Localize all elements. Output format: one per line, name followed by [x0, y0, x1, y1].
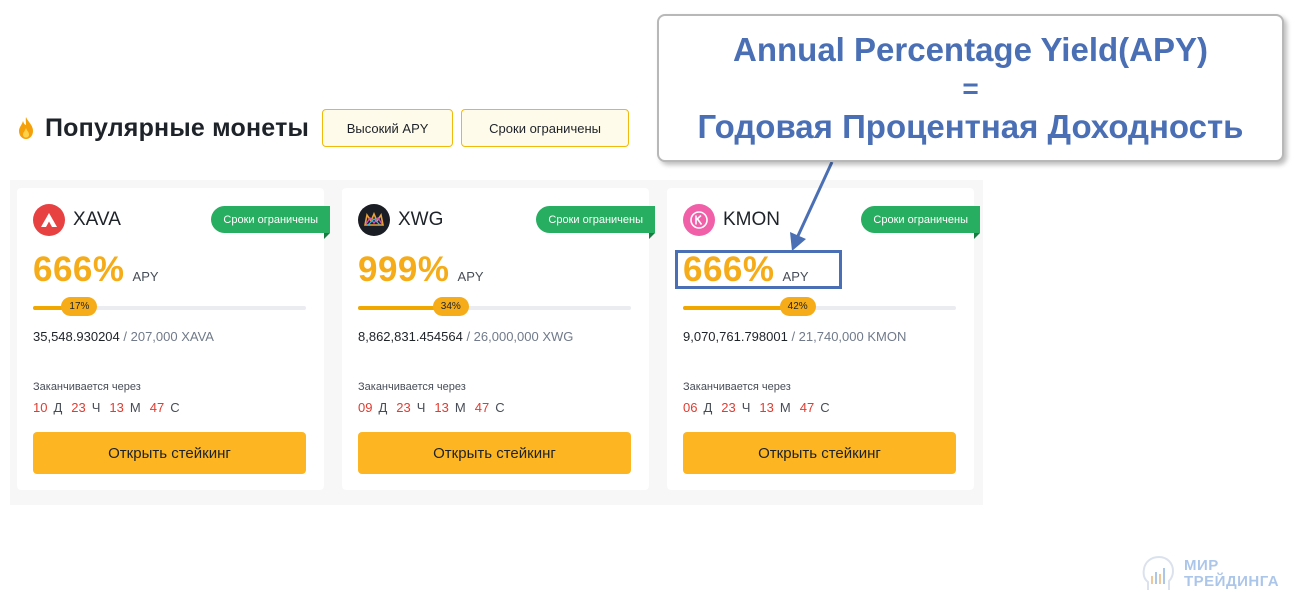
countdown-timer: 06 Д 23 Ч 13 М 47 С	[683, 400, 839, 415]
countdown-minutes-unit: М	[129, 400, 141, 415]
section-header: Популярные монеты Высокий APY Сроки огра…	[16, 108, 637, 148]
coin-header: KMON	[683, 204, 780, 236]
countdown-days-unit: Д	[378, 400, 388, 415]
countdown-timer: 10 Д 23 Ч 13 М 47 С	[33, 400, 189, 415]
countdown-seconds: 47	[474, 400, 490, 415]
countdown-seconds-unit: С	[495, 400, 505, 415]
countdown-minutes: 13	[434, 400, 449, 415]
amount-total: 21,740,000 KMON	[798, 329, 907, 344]
staking-card-xwg: XWG Сроки ограничены 999% APY 34% 8,862,…	[342, 188, 655, 490]
avalaunch-logo-icon	[33, 204, 65, 236]
watermark: МИР ТРЕЙДИНГА	[1140, 554, 1279, 594]
ends-label: Заканчивается через	[33, 381, 141, 393]
coin-name: XWG	[398, 209, 444, 230]
countdown-days-unit: Д	[703, 400, 713, 415]
progress-bar: 42%	[683, 297, 956, 316]
apy-label: APY	[132, 269, 159, 284]
amount-separator: /	[462, 329, 474, 344]
amount-staked: 35,548.930204	[33, 329, 120, 344]
countdown-minutes: 13	[759, 400, 774, 415]
countdown-days: 10	[33, 400, 48, 415]
countdown-hours: 23	[71, 400, 86, 415]
countdown-timer: 09 Д 23 Ч 13 М 47 С	[358, 400, 514, 415]
countdown-seconds-unit: С	[170, 400, 180, 415]
watermark-line2: ТРЕЙДИНГА	[1184, 573, 1280, 590]
filter-high-apy-button[interactable]: Высокий APY	[322, 109, 454, 147]
ends-label: Заканчивается через	[358, 381, 466, 393]
coin-name: KMON	[723, 209, 780, 230]
open-staking-button[interactable]: Открыть стейкинг	[358, 432, 631, 474]
ends-label: Заканчивается через	[683, 381, 791, 393]
countdown-seconds: 47	[149, 400, 165, 415]
apy-definition-callout: Annual Percentage Yield(APY) = Годовая П…	[657, 14, 1284, 162]
amount-total: 26,000,000 XWG	[473, 329, 574, 344]
progress-bar: 17%	[33, 297, 306, 316]
watermark-line1: МИР	[1184, 557, 1219, 575]
xwg-crown-logo-icon	[358, 204, 390, 236]
apy-value: 666%	[33, 250, 125, 289]
callout-equals: =	[962, 72, 979, 104]
apy-highlight-box	[675, 250, 842, 289]
countdown-seconds-unit: С	[820, 400, 830, 415]
countdown-minutes: 13	[109, 400, 124, 415]
amount-separator: /	[787, 329, 799, 344]
callout-russian: Годовая Процентная Доходность	[697, 107, 1244, 145]
apy-display: 999% APY	[358, 250, 484, 290]
amount-staked: 9,070,761.798001	[683, 329, 788, 344]
staking-card-xava: XAVA Сроки ограничены 666% APY 17% 35,54…	[17, 188, 330, 490]
coin-header: XWG	[358, 204, 443, 236]
countdown-days: 06	[683, 400, 698, 415]
open-staking-button[interactable]: Открыть стейкинг	[683, 432, 956, 474]
progress-badge: 42%	[779, 297, 816, 316]
coin-header: XAVA	[33, 204, 121, 236]
countdown-hours-unit: Ч	[91, 400, 101, 415]
annotation-arrow-icon	[790, 161, 834, 251]
apy-label: APY	[457, 269, 484, 284]
progress-badge: 17%	[61, 297, 98, 316]
countdown-days-unit: Д	[53, 400, 63, 415]
flame-icon	[19, 117, 33, 139]
kmon-logo-icon	[683, 204, 715, 236]
status-badge: Сроки ограничены	[861, 206, 980, 239]
section-title: Популярные монеты	[45, 113, 310, 142]
amount-total: 207,000 XAVA	[130, 329, 214, 344]
staked-amount: 35,548.930204 / 207,000 XAVA	[33, 329, 214, 344]
countdown-days: 09	[358, 400, 373, 415]
filter-limited-time-button[interactable]: Сроки ограничены	[461, 109, 630, 147]
countdown-hours-unit: Ч	[741, 400, 751, 415]
amount-staked: 8,862,831.454564	[358, 329, 463, 344]
countdown-seconds: 47	[799, 400, 815, 415]
status-badge: Сроки ограничены	[536, 206, 655, 239]
apy-value: 999%	[358, 250, 450, 289]
countdown-hours-unit: Ч	[416, 400, 426, 415]
amount-separator: /	[119, 329, 131, 344]
staked-amount: 8,862,831.454564 / 26,000,000 XWG	[358, 329, 573, 344]
staked-amount: 9,070,761.798001 / 21,740,000 KMON	[683, 329, 906, 344]
status-badge: Сроки ограничены	[211, 206, 330, 239]
countdown-minutes-unit: М	[779, 400, 791, 415]
countdown-hours: 23	[396, 400, 411, 415]
head-chart-logo-icon	[1142, 555, 1175, 590]
countdown-minutes-unit: М	[454, 400, 466, 415]
countdown-hours: 23	[721, 400, 736, 415]
apy-display: 666% APY	[33, 250, 159, 290]
callout-english: Annual Percentage Yield(APY)	[733, 31, 1208, 69]
open-staking-button[interactable]: Открыть стейкинг	[33, 432, 306, 474]
coin-name: XAVA	[73, 209, 121, 230]
progress-bar: 34%	[358, 297, 631, 316]
progress-badge: 34%	[432, 297, 469, 316]
